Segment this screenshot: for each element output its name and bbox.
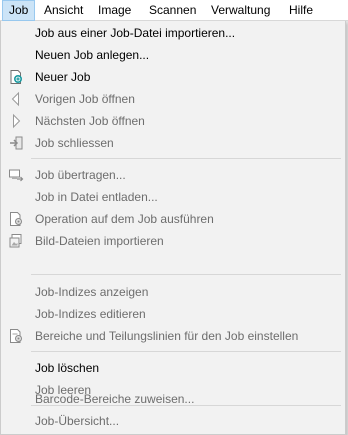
menu-item-new-job[interactable]: Neuer Job bbox=[1, 66, 345, 88]
menu-item-delete-job[interactable]: Job löschen bbox=[1, 357, 345, 379]
menu-item-next-job[interactable]: Nächsten Job öffnen bbox=[1, 110, 345, 132]
menu-item-edit-indices[interactable]: Job-Indizes editieren bbox=[1, 303, 345, 325]
menu-separator bbox=[31, 351, 341, 352]
transfer-icon bbox=[8, 167, 24, 183]
menu-item-create-job[interactable]: Neuen Job anlegen... bbox=[1, 44, 345, 66]
previous-icon bbox=[8, 91, 24, 107]
import-images-icon bbox=[8, 233, 24, 249]
menu-item-job-overview[interactable]: Job-Übersicht... bbox=[1, 410, 345, 432]
menu-item-label: Neuer Job bbox=[35, 70, 91, 84]
menu-item-label: Job aus einer Job-Datei importieren... bbox=[35, 26, 236, 40]
menu-item-close-job[interactable]: Job schliessen bbox=[1, 132, 345, 154]
menu-item-label: Bereiche und Teilungslinien für den Job … bbox=[35, 329, 299, 343]
menu-image[interactable]: Image bbox=[92, 0, 137, 21]
menu-separator bbox=[31, 158, 341, 159]
menu-item-import-job-file[interactable]: Job aus einer Job-Datei importieren... bbox=[1, 22, 345, 44]
menu-item-label: Vorigen Job öffnen bbox=[35, 92, 135, 106]
menu-hilfe[interactable]: Hilfe bbox=[283, 0, 319, 21]
menu-item-label: Job übertragen... bbox=[35, 168, 126, 182]
menu-item-transfer-job[interactable]: Job übertragen... bbox=[1, 164, 345, 186]
menu-item-label: Job in Datei entladen... bbox=[35, 190, 158, 204]
menu-scannen[interactable]: Scannen bbox=[143, 0, 202, 21]
menu-item-show-indices[interactable]: Job-Indizes anzeigen bbox=[1, 281, 345, 303]
menu-ansicht[interactable]: Ansicht bbox=[38, 0, 89, 21]
menu-item-previous-job[interactable]: Vorigen Job öffnen bbox=[1, 88, 345, 110]
menu-separator bbox=[31, 274, 341, 275]
menu-item-label: Job löschen bbox=[35, 361, 100, 375]
menu-item-label: Job schliessen bbox=[35, 136, 114, 150]
menu-job[interactable]: Job bbox=[2, 0, 36, 21]
close-job-icon bbox=[8, 135, 24, 151]
menu-item-label: Barcode-Bereiche zuweisen... bbox=[35, 392, 195, 406]
regions-icon bbox=[8, 328, 24, 344]
menu-item-label: Nächsten Job öffnen bbox=[35, 114, 145, 128]
menu-item-label: Bild-Dateien importieren bbox=[35, 234, 164, 248]
menu-item-unload-job[interactable]: Job in Datei entladen... bbox=[1, 186, 345, 208]
menu-verwaltung[interactable]: Verwaltung bbox=[205, 0, 276, 21]
operation-icon bbox=[8, 211, 24, 227]
menu-item-label: Job-Indizes editieren bbox=[35, 307, 146, 321]
menu-item-run-operation[interactable]: Operation auf dem Job ausführen bbox=[1, 208, 345, 230]
menu-item-label: Job-Indizes anzeigen bbox=[35, 285, 149, 299]
menu-bar: Job Ansicht Image Scannen Verwaltung Hil… bbox=[0, 0, 348, 21]
job-dropdown-menu: Job aus einer Job-Datei importieren... N… bbox=[0, 21, 346, 435]
menu-item-set-regions[interactable]: Bereiche und Teilungslinien für den Job … bbox=[1, 325, 345, 347]
menu-item-label: Job-Übersicht... bbox=[35, 414, 120, 428]
new-job-icon bbox=[8, 69, 24, 85]
menu-item-barcode-regions[interactable]: Barcode-Bereiche zuweisen... bbox=[1, 388, 345, 410]
menu-item-label: Neuen Job anlegen... bbox=[35, 48, 150, 62]
menu-item-import-images[interactable]: Bild-Dateien importieren bbox=[1, 230, 345, 252]
next-icon bbox=[8, 113, 24, 129]
menu-item-label: Operation auf dem Job ausführen bbox=[35, 212, 214, 226]
